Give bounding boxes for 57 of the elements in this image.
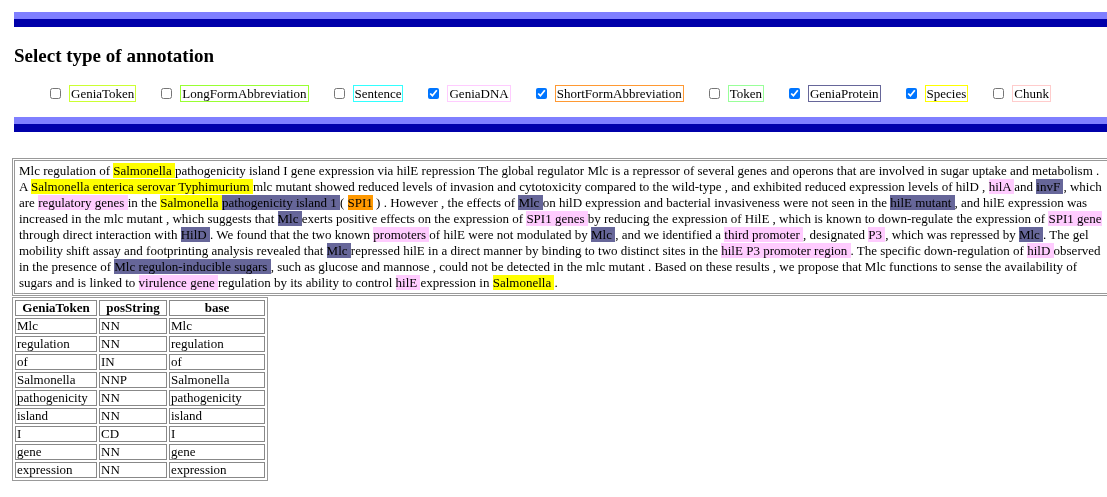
checkbox[interactable] (993, 87, 1005, 99)
annotation-type-label: ShortFormAbbreviation (554, 84, 684, 102)
checkbox[interactable] (905, 87, 917, 99)
table-cell: regulation (15, 336, 97, 352)
table-cell: NN (99, 318, 167, 334)
text-line: Mlc regulation of Salmonella pathogenicity island I gene expression via hilE repression The global regulator Mlc is a repressor of several genes and operons that are involved in sugar uptake and metabolism . (19, 163, 1100, 179)
annotation-type-label: Token (727, 84, 764, 102)
table-cell: gene (169, 444, 265, 460)
text-line: increased in the mlc mutant , which suggests that Mlc exerts positive effects on the expression of SPI1 genes by reducing the expression of HilE , which is known to down-regulate the expression of SPI1 gene (19, 211, 1102, 227)
annotation-type-label: GeniaDNA (447, 84, 511, 102)
text-line: A Salmonella enterica serovar Typhimurium mlc mutant showed reduced levels of invasion and cytotoxicity compared to the wild-type , and exhibited reduced expression levels of hilD , hilA and invF , which (19, 179, 1102, 195)
table-cell: of (15, 354, 97, 370)
checkbox[interactable] (535, 87, 547, 99)
table-cell: regulation (169, 336, 265, 352)
table-cell: pathogenicity (169, 390, 265, 406)
table-cell: I (15, 426, 97, 442)
text-line: are regulatory genes in the Salmonella pathogenicity island 1 ( SPI1 ) . However , the effects of Mlc on hilD expression and bacterial invasiveness were not seen in the hilE mutant , and hilE expression was (19, 195, 1088, 211)
table-cell: pathogenicity (15, 390, 97, 406)
annotation-type-label: Sentence (352, 84, 404, 102)
text-line: in the presence of Mlc regulon-inducible sugars , such as glucose and mannose , could not be detected in the mlc mutant . Based on these results , we propose that Mlc functions to sense the availability of (19, 259, 1078, 275)
table-cell: NN (99, 336, 167, 352)
text-line: through direct interaction with HilD . We found that the two known promoters of hilE were not modulated by Mlc , and we identified a third promoter , designated P3 , which was repressed by Mlc . The gel (19, 227, 1089, 243)
checkbox[interactable] (708, 87, 720, 99)
text-line: sugars and is linked to virulence gene regulation by its ability to control hilE expression in Salmonella . (19, 275, 558, 291)
annotation-type-label: GeniaToken (69, 84, 137, 102)
table-cell: of (169, 354, 265, 370)
annotation-type-label: Species (924, 84, 969, 102)
annotation-type-label: Chunk (1012, 84, 1051, 102)
table-cell: expression (169, 462, 265, 478)
text-line: mobility shift assay and footprinting analysis revealed that Mlc repressed hilE in a direct manner by binding to two distinct sites in the hilE P3 promoter region . The specific down-regulation of hilD observed (19, 243, 1101, 259)
table-cell: NN (99, 462, 167, 478)
checkbox[interactable] (788, 87, 800, 99)
table-cell: Salmonella (15, 372, 97, 388)
column-header: GeniaToken (15, 300, 97, 316)
page-heading: Select type of annotation (14, 44, 214, 68)
table-cell: Mlc (169, 318, 265, 334)
column-header: posString (99, 300, 167, 316)
table-cell: Salmonella (169, 372, 265, 388)
column-header: base (169, 300, 265, 316)
checkbox[interactable] (50, 87, 61, 99)
annotation-type-label: GeniaProtein (807, 84, 881, 102)
table-cell: CD (99, 426, 167, 442)
checkbox[interactable] (161, 87, 173, 99)
table-cell: NN (99, 444, 167, 460)
table-cell: I (169, 426, 265, 442)
table-cell: gene (15, 444, 97, 460)
checkbox[interactable] (428, 87, 440, 99)
table-cell: NN (99, 408, 167, 424)
table-cell: Mlc (15, 318, 97, 334)
table-cell: island (15, 408, 97, 424)
table-cell: expression (15, 462, 97, 478)
annotation-type-label: LongFormAbbreviation (180, 84, 309, 102)
checkbox[interactable] (333, 87, 345, 99)
table-cell: NN (99, 390, 167, 406)
table-cell: NNP (99, 372, 167, 388)
table-cell: island (169, 408, 265, 424)
table-cell: IN (99, 354, 167, 370)
